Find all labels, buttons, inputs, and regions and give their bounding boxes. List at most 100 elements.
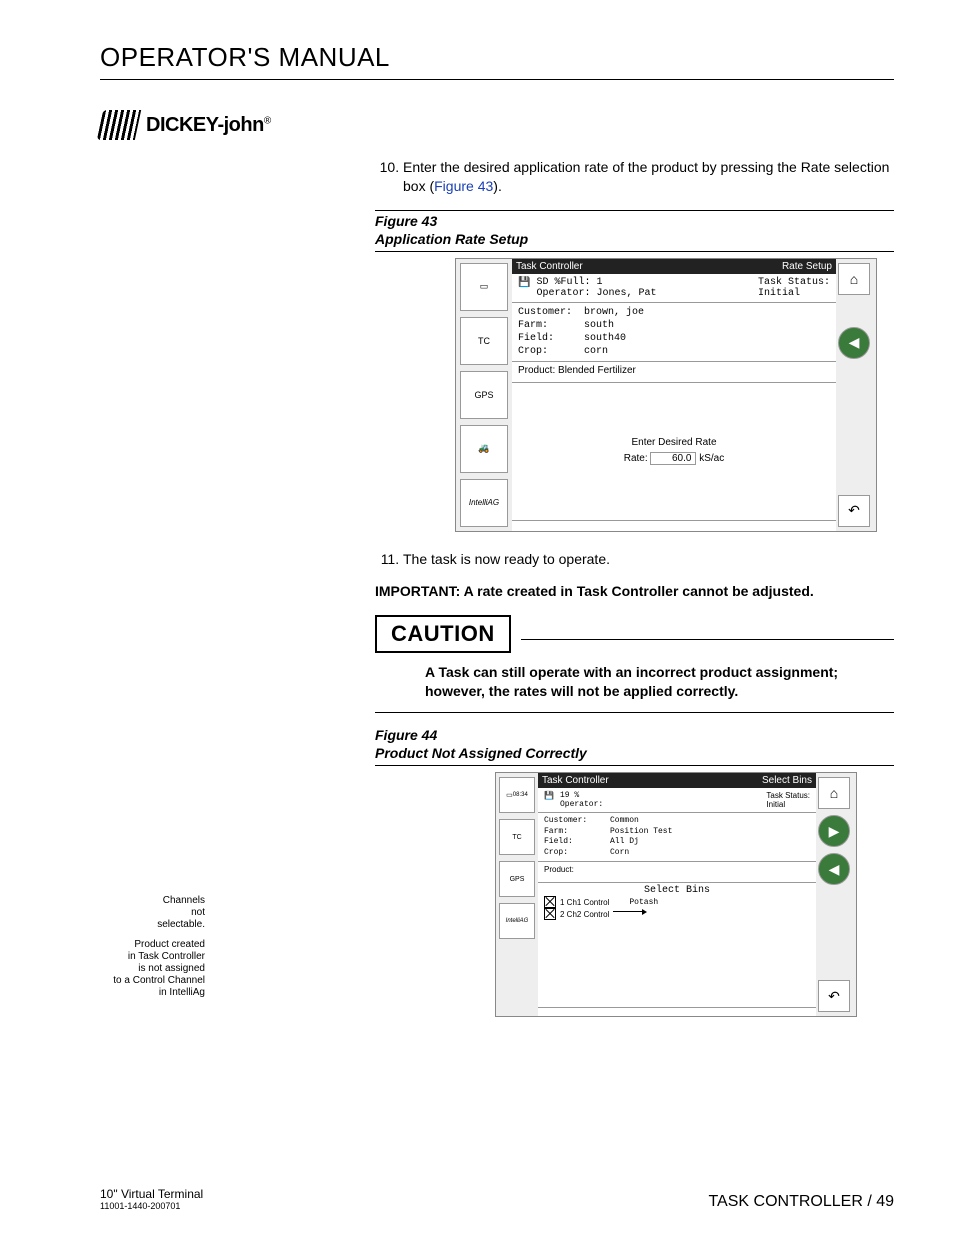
rate-input[interactable]: 60.0 [650, 452, 696, 465]
step-10: Enter the desired application rate of th… [403, 158, 894, 196]
annotation-channels-text: Channelsnotselectable. [95, 895, 205, 931]
channel-1-checkbox[interactable] [544, 896, 556, 908]
rate-unit: kS/ac [699, 453, 724, 464]
annotation-channels: Channelsnotselectable. [95, 895, 205, 931]
operator-label-44: Operator: [560, 800, 603, 809]
left-softkey-bar: ▭ TC GPS 🚜 IntelliAG [456, 259, 512, 531]
caution-box: CAUTION [375, 615, 511, 653]
farm-label: Farm: [518, 319, 578, 332]
softkey-display-icon-44[interactable]: ▭08:34 [499, 777, 535, 813]
footer-section-page: TASK CONTROLLER / 49 [708, 1193, 894, 1211]
important-label: IMPORTANT: [375, 583, 460, 599]
important-note: IMPORTANT: A rate created in Task Contro… [375, 583, 894, 599]
softkey-display-icon[interactable]: ▭ [460, 263, 508, 311]
channel-1-label: 1 Ch1 Control [560, 898, 609, 907]
softkey-gps-icon[interactable]: GPS [460, 371, 508, 419]
figure-43-block: Figure 43 Application Rate Setup ▭ TC GP… [375, 210, 894, 532]
select-bins-area: Select Bins 1 Ch1 Control Potash 2 Ch2 C… [538, 883, 816, 1007]
task-status-value: Initial [758, 288, 830, 299]
softkey-tc-icon[interactable]: TC [460, 317, 508, 365]
screen-main-43: Task Controller Rate Setup 💾 SD %Full: 1… [512, 259, 836, 531]
channel-1-row[interactable]: 1 Ch1 Control Potash [544, 896, 810, 908]
right-softkey-bar: ⌂ ◀ ↶ [836, 259, 876, 531]
caution-text: A Task can still operate with an incorre… [425, 663, 894, 701]
caution-rule [521, 627, 894, 640]
softkey-tractor-icon[interactable]: 🚜 [460, 425, 508, 473]
softkey-intelliag-icon-44[interactable]: IntelliAG [499, 903, 535, 939]
home-icon[interactable]: ⌂ [838, 263, 870, 295]
annotation-product-text: Product createdin Task Controlleris not … [95, 939, 205, 999]
farm-label-44: Farm: [544, 827, 604, 837]
channel-2-label: 2 Ch2 Control [560, 910, 609, 919]
farm-value-44: Position Test [610, 827, 672, 837]
channel-2-row[interactable]: 2 Ch2 Control [544, 908, 810, 920]
figure-43-label: Figure 43 [375, 210, 894, 229]
brand-logo: DICKEY-john® [100, 110, 894, 140]
screen-title-left-44: Task Controller [542, 775, 609, 786]
rate-entry-area: Enter Desired Rate Rate: 60.0 kS/ac [512, 383, 836, 520]
farm-value: south [584, 319, 614, 332]
customer-value-44: Common [610, 816, 639, 826]
softkey-gps-icon-44[interactable]: GPS [499, 861, 535, 897]
crop-value-44: Corn [610, 848, 629, 858]
step-11: The task is now ready to operate. [403, 550, 894, 569]
left-softkey-bar-44: ▭08:34 TC GPS IntelliAG [496, 773, 538, 1016]
field-label-44: Field: [544, 837, 604, 847]
sd-card-icon: 💾 [518, 277, 530, 289]
screen-footer-44 [538, 1007, 816, 1016]
figure-43-screenshot: ▭ TC GPS 🚜 IntelliAG Task Controller Rat… [455, 258, 877, 532]
callout-arrow-icon [613, 911, 643, 912]
forward-arrow-icon[interactable]: ▶ [818, 815, 850, 847]
screen-footer [512, 520, 836, 531]
screen-title-left: Task Controller [516, 261, 583, 272]
screen-main-44: Task Controller Select Bins 💾 19 % Opera… [538, 773, 816, 1016]
rate-label: Rate: [624, 453, 648, 464]
figure-43-link[interactable]: Figure 43 [434, 178, 493, 194]
softkey-intelliag-icon[interactable]: IntelliAG [460, 479, 508, 527]
home-icon-44[interactable]: ⌂ [818, 777, 850, 809]
undo-icon-44[interactable]: ↶ [818, 980, 850, 1012]
page-footer: 10" Virtual Terminal 11001-1440-200701 T… [100, 1187, 894, 1211]
crop-label: Crop: [518, 345, 578, 358]
important-text: A rate created in Task Controller cannot… [464, 583, 814, 599]
registered-icon: ® [264, 115, 271, 126]
product-line-44: Product: [538, 862, 816, 883]
customer-label-44: Customer: [544, 816, 604, 826]
task-info-44: Customer: Common Farm: Position Test Field… [538, 813, 816, 862]
footer-product: 10" Virtual Terminal [100, 1187, 203, 1201]
crop-value: corn [584, 345, 608, 358]
field-label: Field: [518, 332, 578, 345]
sd-full-value: SD %Full: 1 [536, 277, 656, 288]
screen-title-right: Rate Setup [782, 261, 832, 272]
operator-label: Operator: Jones, Pat [536, 288, 656, 299]
figure-44-block: Figure 44 Product Not Assigned Correctly… [375, 725, 894, 1017]
softkey-tc-icon-44[interactable]: TC [499, 819, 535, 855]
page-header: OPERATOR'S MANUAL [100, 42, 894, 80]
task-status-label-44: Task Status: [766, 791, 810, 800]
back-arrow-icon-44[interactable]: ◀ [818, 853, 850, 885]
step-10-text-b: ). [493, 178, 502, 194]
logo-mark-icon [97, 110, 141, 140]
figure-44-screenshot: ▭08:34 TC GPS IntelliAG Task Controller … [495, 772, 857, 1017]
screen-top-row: 💾 SD %Full: 1 Operator: Jones, Pat Task … [512, 274, 836, 303]
task-status: Task Status: Initial [758, 277, 830, 299]
select-bins-label: Select Bins [544, 885, 810, 896]
screen-title-bar-44: Task Controller Select Bins [538, 773, 816, 788]
task-info: Customer: brown, joe Farm: south Field: sou… [512, 303, 836, 362]
screen-top-row-44: 💾 19 % Operator: Task Status: Initial [538, 788, 816, 813]
field-value-44: All Dj [610, 837, 639, 847]
task-status-44: Task Status: Initial [766, 791, 810, 809]
annotation-product: Product createdin Task Controlleris not … [95, 939, 205, 999]
screen-title-bar: Task Controller Rate Setup [512, 259, 836, 274]
product-line: Product: Blended Fertilizer [512, 362, 836, 383]
customer-value: brown, joe [584, 306, 644, 319]
undo-icon[interactable]: ↶ [838, 495, 870, 527]
back-arrow-icon[interactable]: ◀ [838, 327, 870, 359]
enter-rate-label: Enter Desired Rate [631, 437, 716, 448]
figure-44-label: Figure 44 [375, 725, 894, 743]
field-value: south40 [584, 332, 626, 345]
customer-label: Customer: [518, 306, 578, 319]
channel-2-checkbox[interactable] [544, 908, 556, 920]
sd-pct-value: 19 % [560, 791, 603, 800]
figure-44-caption: Product Not Assigned Correctly [375, 745, 894, 766]
